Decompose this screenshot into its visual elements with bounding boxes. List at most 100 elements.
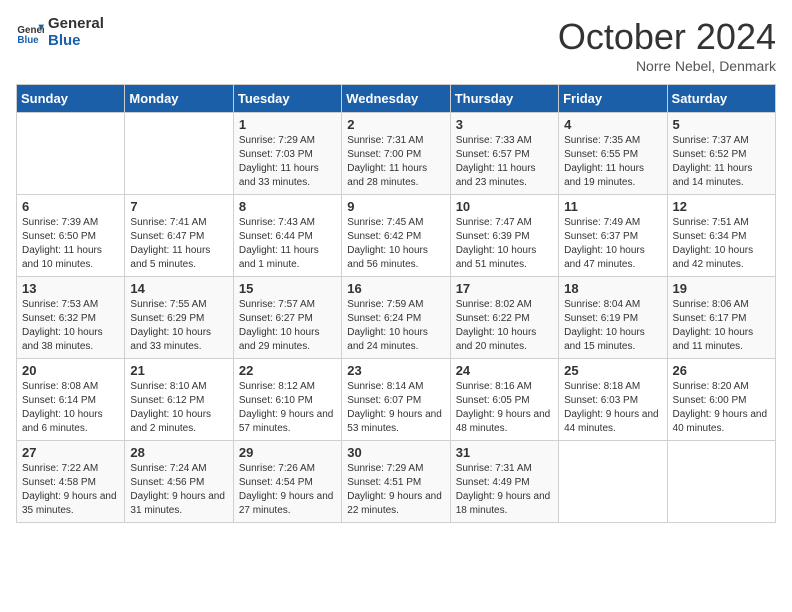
calendar-cell: 30 Sunrise: 7:29 AMSunset: 4:51 PMDayligh… xyxy=(342,441,450,523)
day-info: Sunrise: 7:45 AMSunset: 6:42 PMDaylight:… xyxy=(347,217,428,270)
calendar-cell: 12Sunrise: 7:51 AMSunset: 6:34 PMDayligh… xyxy=(667,195,775,277)
logo-blue: Blue xyxy=(48,33,104,50)
logo: General Blue General Blue xyxy=(16,16,104,49)
day-info: Sunrise: 7:29 AMSunset: 7:03 PMDaylight:… xyxy=(239,135,319,188)
calendar-cell: 27 Sunrise: 7:22 AMSunset: 4:58 PMDayligh… xyxy=(17,441,125,523)
col-header-friday: Friday xyxy=(559,85,667,113)
day-info: Sunrise: 8:20 AMSunset: 6:00 PMDaylight:… xyxy=(673,381,768,434)
calendar-cell: 14 Sunrise: 7:55 AMSunset: 6:29 PMDayligh… xyxy=(125,277,233,359)
day-info: Sunrise: 8:06 AMSunset: 6:17 PMDaylight:… xyxy=(673,299,754,352)
day-info: Sunrise: 7:24 AMSunset: 4:56 PMDaylight:… xyxy=(130,463,225,516)
day-number: 27 xyxy=(22,445,119,460)
month-title: October 2024 xyxy=(558,16,776,58)
title-area: October 2024 Norre Nebel, Denmark xyxy=(558,16,776,74)
day-number: 15 xyxy=(239,281,336,296)
day-info: Sunrise: 8:12 AMSunset: 6:10 PMDaylight:… xyxy=(239,381,334,434)
calendar-cell: 17 Sunrise: 8:02 AMSunset: 6:22 PMDayligh… xyxy=(450,277,558,359)
col-header-tuesday: Tuesday xyxy=(233,85,341,113)
day-info: Sunrise: 7:31 AMSunset: 4:49 PMDaylight:… xyxy=(456,463,551,516)
col-header-saturday: Saturday xyxy=(667,85,775,113)
day-info: Sunrise: 7:37 AMSunset: 6:52 PMDaylight:… xyxy=(673,135,753,188)
calendar-cell: 21 Sunrise: 8:10 AMSunset: 6:12 PMDayligh… xyxy=(125,359,233,441)
day-info: Sunrise: 7:31 AMSunset: 7:00 PMDaylight:… xyxy=(347,135,427,188)
day-number: 10 xyxy=(456,199,553,214)
day-info: Sunrise: 7:57 AMSunset: 6:27 PMDaylight:… xyxy=(239,299,320,352)
calendar-cell: 31 Sunrise: 7:31 AMSunset: 4:49 PMDayligh… xyxy=(450,441,558,523)
col-header-monday: Monday xyxy=(125,85,233,113)
calendar-cell: 29Sunrise: 7:26 AMSunset: 4:54 PMDayligh… xyxy=(233,441,341,523)
calendar-cell: 22Sunrise: 8:12 AMSunset: 6:10 PMDayligh… xyxy=(233,359,341,441)
day-info: Sunrise: 7:29 AMSunset: 4:51 PMDaylight:… xyxy=(347,463,442,516)
calendar-cell: 9 Sunrise: 7:45 AMSunset: 6:42 PMDaylight… xyxy=(342,195,450,277)
calendar-cell: 2 Sunrise: 7:31 AMSunset: 7:00 PMDaylight… xyxy=(342,113,450,195)
calendar-cell: 5 Sunrise: 7:37 AMSunset: 6:52 PMDaylight… xyxy=(667,113,775,195)
location-title: Norre Nebel, Denmark xyxy=(558,58,776,74)
day-number: 2 xyxy=(347,117,444,132)
day-number: 31 xyxy=(456,445,553,460)
day-number: 4 xyxy=(564,117,661,132)
col-header-thursday: Thursday xyxy=(450,85,558,113)
calendar-cell: 23 Sunrise: 8:14 AMSunset: 6:07 PMDayligh… xyxy=(342,359,450,441)
calendar-cell xyxy=(559,441,667,523)
day-number: 9 xyxy=(347,199,444,214)
calendar-cell: 11 Sunrise: 7:49 AMSunset: 6:37 PMDayligh… xyxy=(559,195,667,277)
day-info: Sunrise: 8:14 AMSunset: 6:07 PMDaylight:… xyxy=(347,381,442,434)
calendar-cell: 24 Sunrise: 8:16 AMSunset: 6:05 PMDayligh… xyxy=(450,359,558,441)
calendar-cell: 26 Sunrise: 8:20 AMSunset: 6:00 PMDayligh… xyxy=(667,359,775,441)
day-info: Sunrise: 7:22 AMSunset: 4:58 PMDaylight:… xyxy=(22,463,117,516)
calendar-cell: 20Sunrise: 8:08 AMSunset: 6:14 PMDayligh… xyxy=(17,359,125,441)
calendar-cell: 1 Sunrise: 7:29 AMSunset: 7:03 PMDaylight… xyxy=(233,113,341,195)
day-number: 16 xyxy=(347,281,444,296)
day-number: 1 xyxy=(239,117,336,132)
day-number: 13 xyxy=(22,281,119,296)
day-number: 20 xyxy=(22,363,119,378)
day-info: Sunrise: 8:02 AMSunset: 6:22 PMDaylight:… xyxy=(456,299,537,352)
day-info: Sunrise: 8:04 AMSunset: 6:19 PMDaylight:… xyxy=(564,299,645,352)
day-number: 24 xyxy=(456,363,553,378)
day-number: 30 xyxy=(347,445,444,460)
col-header-sunday: Sunday xyxy=(17,85,125,113)
day-number: 21 xyxy=(130,363,227,378)
day-number: 14 xyxy=(130,281,227,296)
day-number: 17 xyxy=(456,281,553,296)
day-number: 28 xyxy=(130,445,227,460)
calendar-cell: 6 Sunrise: 7:39 AMSunset: 6:50 PMDaylight… xyxy=(17,195,125,277)
day-info: Sunrise: 7:59 AMSunset: 6:24 PMDaylight:… xyxy=(347,299,428,352)
calendar-cell: 18Sunrise: 8:04 AMSunset: 6:19 PMDayligh… xyxy=(559,277,667,359)
day-number: 11 xyxy=(564,199,661,214)
day-info: Sunrise: 8:16 AMSunset: 6:05 PMDaylight:… xyxy=(456,381,551,434)
day-info: Sunrise: 7:53 AMSunset: 6:32 PMDaylight:… xyxy=(22,299,103,352)
day-number: 26 xyxy=(673,363,770,378)
calendar-cell: 19 Sunrise: 8:06 AMSunset: 6:17 PMDayligh… xyxy=(667,277,775,359)
day-info: Sunrise: 7:43 AMSunset: 6:44 PMDaylight:… xyxy=(239,217,319,270)
calendar-cell: 3Sunrise: 7:33 AMSunset: 6:57 PMDaylight… xyxy=(450,113,558,195)
calendar-table: SundayMondayTuesdayWednesdayThursdayFrid… xyxy=(16,84,776,523)
calendar-cell: 13 Sunrise: 7:53 AMSunset: 6:32 PMDayligh… xyxy=(17,277,125,359)
calendar-cell: 16 Sunrise: 7:59 AMSunset: 6:24 PMDayligh… xyxy=(342,277,450,359)
svg-text:Blue: Blue xyxy=(17,34,39,45)
day-info: Sunrise: 7:55 AMSunset: 6:29 PMDaylight:… xyxy=(130,299,211,352)
calendar-cell xyxy=(17,113,125,195)
day-info: Sunrise: 7:47 AMSunset: 6:39 PMDaylight:… xyxy=(456,217,537,270)
day-info: Sunrise: 7:39 AMSunset: 6:50 PMDaylight:… xyxy=(22,217,102,270)
day-number: 23 xyxy=(347,363,444,378)
day-info: Sunrise: 7:51 AMSunset: 6:34 PMDaylight:… xyxy=(673,217,754,270)
day-number: 6 xyxy=(22,199,119,214)
day-number: 7 xyxy=(130,199,227,214)
calendar-cell: 8Sunrise: 7:43 AMSunset: 6:44 PMDaylight… xyxy=(233,195,341,277)
day-info: Sunrise: 8:10 AMSunset: 6:12 PMDaylight:… xyxy=(130,381,211,434)
day-number: 29 xyxy=(239,445,336,460)
logo-general: General xyxy=(48,16,104,33)
day-info: Sunrise: 7:49 AMSunset: 6:37 PMDaylight:… xyxy=(564,217,645,270)
calendar-cell xyxy=(667,441,775,523)
col-header-wednesday: Wednesday xyxy=(342,85,450,113)
day-number: 19 xyxy=(673,281,770,296)
day-info: Sunrise: 7:41 AMSunset: 6:47 PMDaylight:… xyxy=(130,217,210,270)
day-number: 3 xyxy=(456,117,553,132)
calendar-cell: 10 Sunrise: 7:47 AMSunset: 6:39 PMDayligh… xyxy=(450,195,558,277)
calendar-cell: 28 Sunrise: 7:24 AMSunset: 4:56 PMDayligh… xyxy=(125,441,233,523)
calendar-cell xyxy=(125,113,233,195)
day-info: Sunrise: 8:18 AMSunset: 6:03 PMDaylight:… xyxy=(564,381,659,434)
day-number: 5 xyxy=(673,117,770,132)
day-number: 25 xyxy=(564,363,661,378)
